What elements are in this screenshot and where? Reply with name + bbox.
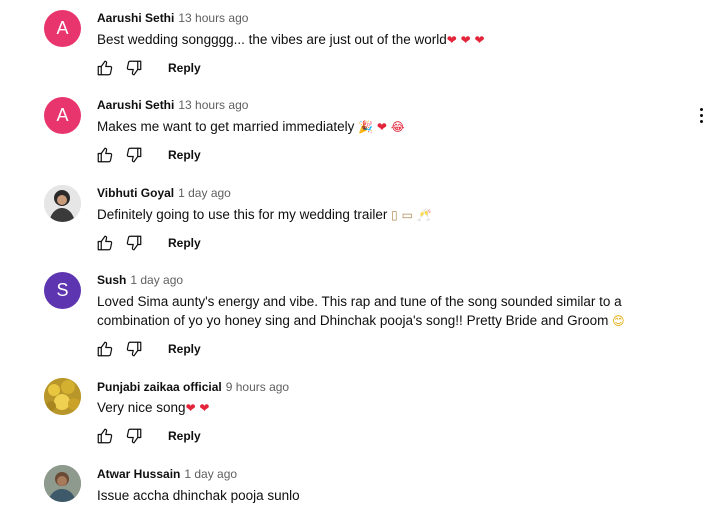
comment-time[interactable]: 1 day ago: [184, 467, 237, 481]
avatar[interactable]: A: [44, 10, 81, 47]
comment-text: Issue accha dhinchak pooja sunlo: [97, 488, 300, 503]
comment-emoji: 🎉 ❤ 😂: [358, 120, 405, 134]
comment-emoji: ❤ ❤: [185, 401, 210, 415]
like-icon[interactable]: [95, 339, 115, 359]
dislike-icon[interactable]: [124, 339, 144, 359]
comment-emoji: 😊: [612, 314, 625, 328]
reply-button[interactable]: Reply: [168, 236, 201, 250]
comment-time[interactable]: 9 hours ago: [226, 380, 289, 394]
comment-text: Makes me want to get married immediately…: [97, 119, 405, 134]
comment-author[interactable]: Punjabi zaikaa official: [97, 380, 222, 394]
dislike-icon[interactable]: [124, 145, 144, 165]
comment-text: Loved Sima aunty's energy and vibe. This…: [97, 294, 625, 328]
reply-button[interactable]: Reply: [168, 148, 201, 162]
dislike-icon[interactable]: [124, 233, 144, 253]
comment-text: Very nice song❤ ❤: [97, 400, 210, 415]
like-icon[interactable]: [95, 58, 115, 78]
avatar[interactable]: S: [44, 272, 81, 309]
comment-author[interactable]: Atwar Hussain: [97, 467, 180, 481]
comment-author[interactable]: Aarushi Sethi: [97, 11, 174, 25]
reply-button[interactable]: Reply: [168, 429, 201, 443]
reply-button[interactable]: Reply: [168, 342, 201, 356]
more-actions-icon[interactable]: [693, 103, 709, 127]
comment-emoji: ▯ ▭ 🥂: [391, 208, 432, 222]
like-icon[interactable]: [95, 426, 115, 446]
reply-button[interactable]: Reply: [168, 61, 201, 75]
like-icon[interactable]: [95, 233, 115, 253]
like-icon[interactable]: [95, 145, 115, 165]
comment-author[interactable]: Aarushi Sethi: [97, 98, 174, 112]
avatar[interactable]: A: [44, 97, 81, 134]
dislike-icon[interactable]: [124, 58, 144, 78]
comment-author[interactable]: Sush: [97, 273, 126, 287]
avatar[interactable]: [44, 465, 81, 502]
comment-emoji: ❤ ❤ ❤: [446, 33, 485, 47]
comment-text: Definitely going to use this for my wedd…: [97, 207, 432, 222]
comment-text: Best wedding songggg... the vibes are ju…: [97, 32, 485, 47]
comment-time[interactable]: 13 hours ago: [178, 11, 248, 25]
comment-time[interactable]: 1 day ago: [178, 186, 231, 200]
comment-time[interactable]: 1 day ago: [130, 273, 183, 287]
avatar[interactable]: [44, 378, 81, 415]
comment-time[interactable]: 13 hours ago: [178, 98, 248, 112]
comment-author[interactable]: Vibhuti Goyal: [97, 186, 174, 200]
avatar[interactable]: [44, 185, 81, 222]
dislike-icon[interactable]: [124, 426, 144, 446]
